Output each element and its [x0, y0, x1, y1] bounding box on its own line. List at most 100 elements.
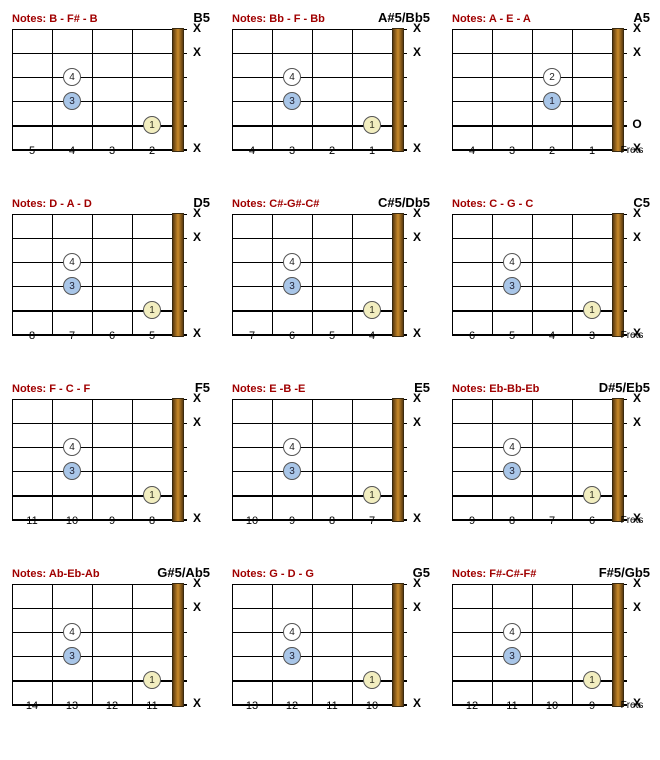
fret-number: 8: [17, 330, 47, 342]
finger-dot: 3: [63, 277, 81, 295]
chord-header: Notes: Eb-Bb-EbD#5/Eb5: [450, 380, 660, 399]
fret-line: [272, 214, 273, 334]
fret-numbers: 1211109Frets: [452, 700, 652, 716]
fret-number: 13: [57, 700, 87, 712]
mute-mark: X: [630, 230, 644, 244]
fret-number: 1: [577, 145, 607, 157]
mute-mark: X: [630, 415, 644, 429]
fret-line: [572, 29, 573, 149]
fret-number: 6: [277, 330, 307, 342]
chord-diagram: Notes: D - A - DD5XXX4318765: [10, 195, 220, 380]
mute-mark: X: [190, 21, 204, 35]
nut-bar: [392, 213, 404, 337]
fretboard: XXX431: [452, 584, 627, 704]
mute-mark: X: [410, 21, 424, 35]
finger-dot: 1: [143, 116, 161, 134]
nut-bar: [172, 213, 184, 337]
fret-line: [52, 214, 53, 334]
chord-header: Notes: E -B -EE5: [230, 380, 440, 399]
fret-number: 2: [537, 145, 567, 157]
finger-dot: 4: [283, 253, 301, 271]
fret-line: [452, 214, 453, 334]
fret-number: 6: [97, 330, 127, 342]
string-line: [452, 584, 627, 585]
chord-notes: Notes: C - G - C: [452, 198, 533, 210]
string-line: [232, 632, 407, 633]
fret-number: 12: [97, 700, 127, 712]
string-line: [12, 238, 187, 239]
string-line: [12, 53, 187, 54]
string-line: [12, 608, 187, 609]
finger-dot: 1: [143, 671, 161, 689]
fret-line: [272, 399, 273, 519]
fret-line: [272, 584, 273, 704]
string-line: [232, 471, 407, 472]
fret-line: [12, 584, 13, 704]
fret-line: [312, 399, 313, 519]
fret-number: 10: [357, 700, 387, 712]
fret-number: 2: [137, 145, 167, 157]
string-line: [452, 608, 627, 609]
fret-line: [92, 584, 93, 704]
fret-number: 4: [457, 145, 487, 157]
open-mark: O: [630, 117, 644, 131]
fret-number: 11: [137, 700, 167, 712]
fret-line: [452, 29, 453, 149]
mute-mark: X: [630, 576, 644, 590]
fret-number: 8: [137, 515, 167, 527]
chord-header: Notes: G - D - GG5: [230, 565, 440, 584]
fret-numbers: 10987: [232, 515, 432, 531]
fretboard: XXX431: [12, 214, 187, 334]
string-line: [452, 447, 627, 448]
fret-numbers: 4321: [232, 145, 432, 161]
finger-dot: 1: [143, 486, 161, 504]
fretboard: XXX431: [12, 584, 187, 704]
string-line: [452, 399, 627, 400]
fret-line: [132, 584, 133, 704]
finger-dot: 1: [363, 671, 381, 689]
fret-numbers: 5432: [12, 145, 212, 161]
chord-notes: Notes: E -B -E: [232, 383, 305, 395]
finger-dot: 3: [283, 92, 301, 110]
fret-line: [12, 214, 13, 334]
finger-dot: 3: [283, 462, 301, 480]
chord-notes: Notes: Ab-Eb-Ab: [12, 568, 100, 580]
chord-diagram: Notes: C#-G#-C#C#5/Db5XXX4317654: [230, 195, 440, 380]
mute-mark: X: [410, 45, 424, 59]
chord-header: Notes: Bb - F - BbA#5/Bb5: [230, 10, 440, 29]
mute-mark: X: [410, 206, 424, 220]
fret-line: [312, 29, 313, 149]
fret-line: [92, 29, 93, 149]
fretboard: XXX431: [452, 214, 627, 334]
fret-line: [532, 214, 533, 334]
fret-line: [12, 29, 13, 149]
fret-number: 6: [577, 515, 607, 527]
fretboard: XXX431: [12, 399, 187, 519]
fret-line: [312, 214, 313, 334]
chord-header: Notes: B - F# - BB5: [10, 10, 220, 29]
fret-number: 8: [497, 515, 527, 527]
fretboard: XXOX21: [452, 29, 627, 149]
string-line: [12, 584, 187, 585]
string-line: [12, 262, 187, 263]
fret-numbers: 8765: [12, 330, 212, 346]
fret-number: 3: [277, 145, 307, 157]
finger-dot: 3: [63, 462, 81, 480]
fret-number: 7: [57, 330, 87, 342]
chord-notes: Notes: F - C - F: [12, 383, 90, 395]
frets-label: Frets: [617, 515, 647, 526]
finger-dot: 3: [283, 647, 301, 665]
nut-bar: [612, 28, 624, 152]
nut-bar: [392, 583, 404, 707]
nut-bar: [392, 28, 404, 152]
fret-line: [52, 584, 53, 704]
fret-number: 9: [457, 515, 487, 527]
finger-dot: 3: [63, 92, 81, 110]
finger-dot: 3: [63, 647, 81, 665]
string-line: [232, 399, 407, 400]
chord-header: Notes: F - C - FF5: [10, 380, 220, 399]
mute-mark: X: [190, 600, 204, 614]
fret-number: 5: [497, 330, 527, 342]
fret-number: 9: [577, 700, 607, 712]
finger-dot: 3: [283, 277, 301, 295]
